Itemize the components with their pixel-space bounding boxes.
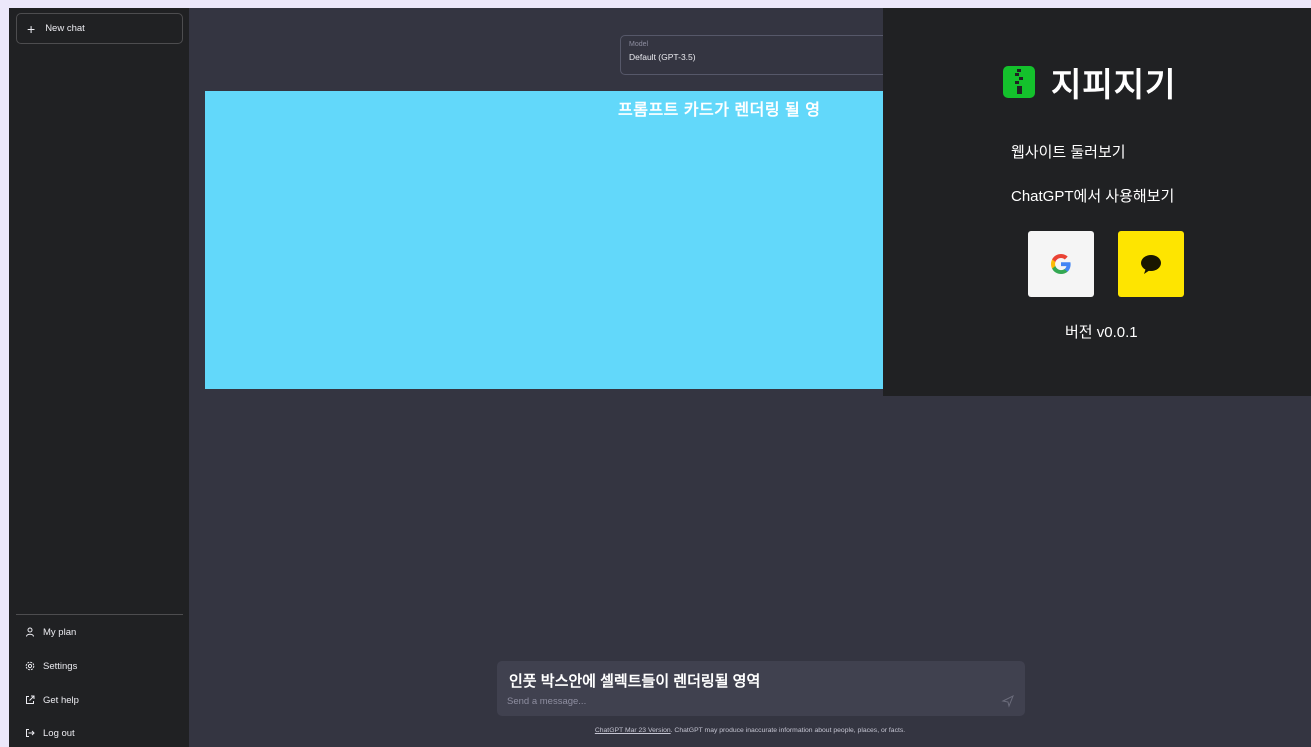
new-chat-label: New chat — [45, 23, 85, 34]
browse-website-link[interactable]: 웹사이트 둘러보기 — [1011, 141, 1126, 162]
sidebar-item-label: Get help — [43, 694, 79, 706]
prompt-card-area: 프롬프트 카드가 렌더링 될 영 — [205, 91, 905, 389]
logo: 지피지기 — [1003, 58, 1176, 106]
kakao-login-button[interactable] — [1118, 231, 1184, 297]
new-chat-button[interactable]: + New chat — [16, 13, 183, 44]
send-icon[interactable] — [1001, 694, 1015, 708]
gear-icon — [25, 661, 43, 671]
model-caption: Model — [629, 41, 649, 48]
sidebar-divider — [16, 614, 183, 615]
logout-icon — [25, 728, 43, 738]
footer: ChatGPT Mar 23 Version. ChatGPT may prod… — [189, 727, 1311, 734]
extension-popup: 지피지기 웹사이트 둘러보기 ChatGPT에서 사용해보기 버전 v0.0.1 — [883, 8, 1311, 396]
use-in-chatgpt-link[interactable]: ChatGPT에서 사용해보기 — [1011, 185, 1174, 206]
app-title: 지피지기 — [1051, 66, 1177, 103]
model-selector[interactable]: Model Default (GPT-3.5) — [620, 35, 920, 75]
app-window: + New chat My plan Settings Get help Log… — [9, 8, 1311, 747]
sidebar-item-label: My plan — [43, 626, 77, 638]
version-notes-link[interactable]: ChatGPT Mar 23 Version — [595, 727, 671, 734]
sidebar-item-log-out[interactable]: Log out — [16, 719, 183, 747]
external-link-icon — [25, 695, 43, 705]
user-icon — [25, 627, 43, 637]
google-login-button[interactable] — [1028, 231, 1094, 297]
input-select-area-label: 인풋 박스안에 셀렉트들이 렌더링될 영역 — [509, 673, 761, 690]
model-value: Default (GPT-3.5) — [629, 52, 696, 62]
footer-disclaimer: . ChatGPT may produce inaccurate informa… — [670, 727, 906, 734]
sidebar-item-my-plan[interactable]: My plan — [16, 618, 183, 646]
sidebar-item-label: Settings — [43, 660, 78, 672]
speech-bubble-icon — [1141, 255, 1161, 274]
sidebar-item-label: Log out — [43, 727, 75, 739]
sidebar: + New chat My plan Settings Get help Log… — [9, 8, 189, 747]
sidebar-item-get-help[interactable]: Get help — [16, 686, 183, 714]
zipper-logo-icon — [1003, 66, 1035, 98]
prompt-card-area-label: 프롬프트 카드가 렌더링 될 영 — [618, 102, 821, 119]
plus-icon: + — [27, 20, 36, 37]
sidebar-item-settings[interactable]: Settings — [16, 652, 183, 680]
google-icon — [1051, 254, 1071, 274]
version-label: 버전 v0.0.1 — [1065, 324, 1138, 341]
message-input-box: 인풋 박스안에 셀렉트들이 렌더링될 영역 — [497, 661, 1025, 716]
message-input[interactable] — [507, 693, 987, 709]
